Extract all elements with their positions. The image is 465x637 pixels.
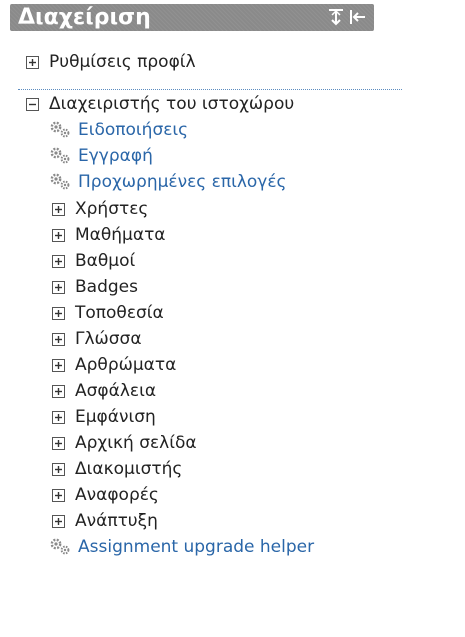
tree-item-label: Ρυθμίσεις προφίλ bbox=[49, 52, 196, 72]
tree-item-grades[interactable]: Βαθμοί bbox=[52, 248, 135, 274]
tree-item-reports[interactable]: Αναφορές bbox=[52, 482, 159, 508]
expand-icon[interactable] bbox=[52, 332, 65, 346]
expand-icon[interactable] bbox=[52, 488, 65, 502]
dock-icon[interactable] bbox=[348, 8, 366, 26]
tree-item-label: Χρήστες bbox=[75, 199, 149, 219]
move-icon[interactable] bbox=[327, 8, 345, 26]
expand-icon[interactable] bbox=[52, 514, 65, 528]
tree-item-label: Βαθμοί bbox=[75, 251, 136, 271]
tree-link-label[interactable]: Εγγραφή bbox=[78, 146, 153, 166]
tree-item-label: Ασφάλεια bbox=[75, 381, 157, 401]
gear-icon bbox=[50, 173, 70, 190]
expand-icon[interactable] bbox=[52, 202, 65, 216]
tree-link-label[interactable]: Assignment upgrade helper bbox=[78, 537, 314, 557]
tree-item-development[interactable]: Ανάπτυξη bbox=[52, 508, 158, 534]
tree-item-location[interactable]: Τοποθεσία bbox=[52, 300, 164, 326]
header-actions bbox=[327, 8, 366, 26]
tree-item-label: Αρχική σελίδα bbox=[75, 433, 197, 453]
expand-icon[interactable] bbox=[52, 228, 65, 242]
tree-item-label: Διαχειριστής του ιστοχώρου bbox=[49, 94, 295, 114]
divider bbox=[18, 89, 402, 90]
tree-item-appearance[interactable]: Εμφάνιση bbox=[52, 404, 156, 430]
tree-item-site-admin[interactable]: Διαχειριστής του ιστοχώρου bbox=[26, 91, 294, 117]
tree-item-label: Badges bbox=[75, 277, 138, 297]
tree-item-courses[interactable]: Μαθήματα bbox=[52, 222, 166, 248]
tree-item-label: Αναφορές bbox=[75, 485, 159, 505]
tree-item-label: Εμφάνιση bbox=[75, 407, 156, 427]
gear-icon bbox=[50, 121, 70, 138]
gear-icon bbox=[50, 147, 70, 164]
tree-item-label: Αρθρώματα bbox=[75, 355, 177, 375]
expand-icon[interactable] bbox=[26, 55, 39, 69]
administration-block: Διαχείριση Ρυθμίσεις προφίλ Διαχειριστής… bbox=[0, 0, 465, 637]
gear-icon bbox=[50, 538, 70, 555]
tree-item-label: Ανάπτυξη bbox=[75, 511, 158, 531]
tree-item-label: Διακομιστής bbox=[75, 459, 183, 479]
expand-icon[interactable] bbox=[52, 384, 65, 398]
tree-item-label: Μαθήματα bbox=[75, 225, 166, 245]
expand-icon[interactable] bbox=[52, 462, 65, 476]
tree-item-security[interactable]: Ασφάλεια bbox=[52, 378, 156, 404]
tree-item-label: Τοποθεσία bbox=[75, 303, 164, 323]
tree-item-label: Γλώσσα bbox=[75, 329, 142, 349]
collapse-icon[interactable] bbox=[26, 97, 39, 111]
tree-link-advanced-features[interactable]: Προχωρημένες επιλογές bbox=[48, 169, 287, 195]
tree-link-label[interactable]: Ειδοποιήσεις bbox=[78, 120, 188, 140]
tree-link-label[interactable]: Προχωρημένες επιλογές bbox=[78, 172, 287, 192]
tree-item-users[interactable]: Χρήστες bbox=[52, 196, 148, 222]
tree-link-notifications[interactable]: Ειδοποιήσεις bbox=[48, 117, 188, 143]
tree-item-profile-settings[interactable]: Ρυθμίσεις προφίλ bbox=[26, 49, 196, 75]
expand-icon[interactable] bbox=[52, 358, 65, 372]
block-header: Διαχείριση bbox=[10, 4, 374, 31]
tree-link-assignment-upgrade-helper[interactable]: Assignment upgrade helper bbox=[48, 534, 314, 560]
expand-icon[interactable] bbox=[52, 436, 65, 450]
tree-item-server[interactable]: Διακομιστής bbox=[52, 456, 182, 482]
tree-item-plugins[interactable]: Αρθρώματα bbox=[52, 352, 176, 378]
expand-icon[interactable] bbox=[52, 280, 65, 294]
expand-icon[interactable] bbox=[52, 254, 65, 268]
expand-icon[interactable] bbox=[52, 410, 65, 424]
block-title: Διαχείριση bbox=[18, 5, 151, 30]
tree-link-registration[interactable]: Εγγραφή bbox=[48, 143, 153, 169]
tree-item-front-page[interactable]: Αρχική σελίδα bbox=[52, 430, 197, 456]
expand-icon[interactable] bbox=[52, 306, 65, 320]
tree-item-language[interactable]: Γλώσσα bbox=[52, 326, 142, 352]
tree-item-badges[interactable]: Badges bbox=[52, 274, 138, 300]
